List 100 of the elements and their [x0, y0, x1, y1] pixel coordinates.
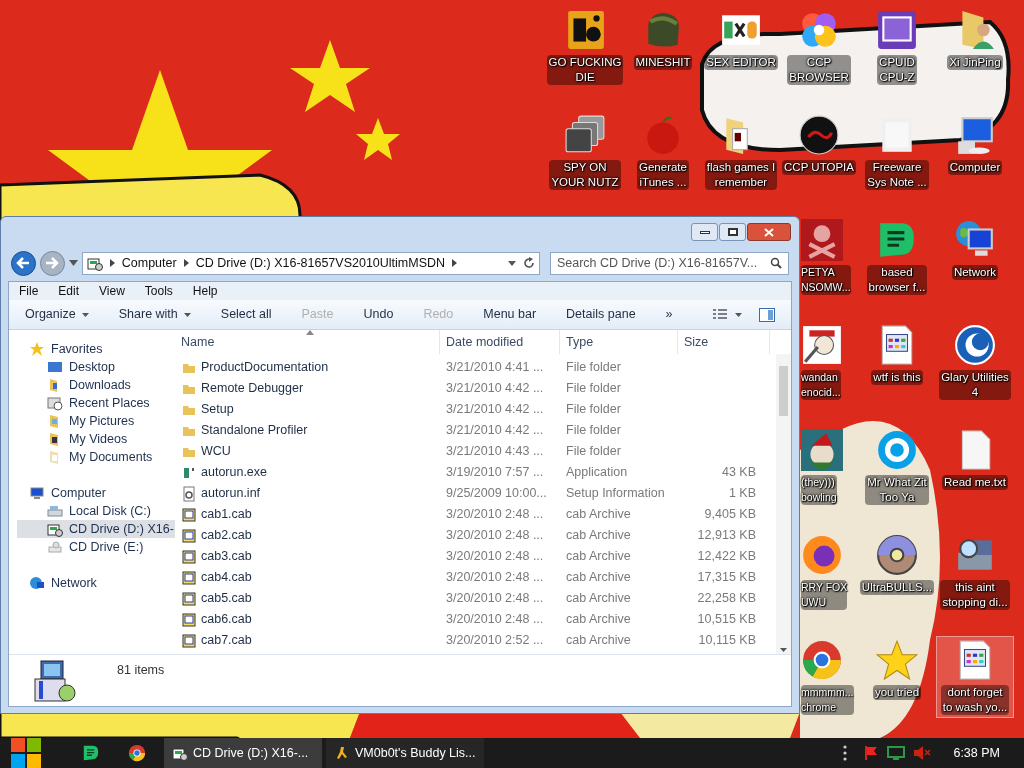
file-name[interactable]: cab7.cab — [201, 631, 252, 650]
monitor-icon[interactable] — [887, 745, 906, 761]
menu-item[interactable]: View — [99, 282, 125, 300]
archive-icon — [181, 590, 197, 607]
search-field[interactable]: Search CD Drive (D:) X16-81657V... — [549, 251, 789, 275]
table-cell-text: 3/20/2010 2:48 ... — [445, 569, 545, 587]
refresh-icon[interactable] — [522, 257, 535, 269]
desktop-shortcut[interactable]: Read me.txt — [936, 426, 1014, 493]
nav-item[interactable]: My Videos — [17, 430, 175, 448]
nav-item[interactable]: Favorites — [9, 340, 175, 358]
address-bar[interactable]: Computer CD Drive (D:) X16-81657VS2010UltimMSDN — [81, 251, 540, 275]
nav-item[interactable]: Computer — [9, 484, 175, 502]
taskbar-task[interactable]: VM0b0t's Buddy Lis... — [326, 738, 484, 768]
column-header[interactable]: Date modified — [440, 330, 560, 354]
nav-item[interactable]: CD Drive (E:) — [17, 538, 175, 556]
desktop-icon — [47, 359, 63, 375]
flag-icon[interactable] — [863, 745, 880, 761]
file-name[interactable]: Standalone Profiler — [201, 421, 308, 440]
forward-arrow-icon — [45, 257, 60, 269]
table-cell: 10,515 KB — [697, 612, 756, 627]
column-header[interactable]: Type — [560, 330, 678, 354]
file-name[interactable]: cab5.cab — [201, 589, 252, 608]
table-cell-text: 3/20/2010 2:48 ... — [445, 506, 545, 524]
menu-item[interactable]: Tools — [144, 282, 173, 300]
desktop-shortcut[interactable]: Generate iTunes ... — [624, 111, 702, 193]
menu-item[interactable]: Edit — [58, 282, 80, 300]
chevron-icon — [109, 259, 115, 267]
toolbar-button[interactable]: Organize — [25, 305, 89, 324]
minimize-button[interactable] — [691, 223, 718, 241]
table-cell-text: cab Archive — [565, 611, 632, 629]
forward-button[interactable] — [39, 250, 65, 276]
speaker-icon[interactable] — [913, 745, 932, 761]
elf-icon — [801, 429, 843, 471]
toolbar-button[interactable]: Undo — [363, 305, 394, 324]
scroll-down-icon[interactable] — [780, 648, 787, 652]
nav-item[interactable]: My Pictures — [17, 412, 175, 430]
file-name[interactable]: cab3.cab — [201, 547, 252, 566]
file-name[interactable]: cab6.cab — [201, 610, 252, 629]
desktop-shortcut[interactable]: dont forget to wash yo... — [936, 636, 1014, 718]
file-name[interactable]: autorun.inf — [201, 484, 261, 503]
file-name[interactable]: cab2.cab — [201, 526, 252, 545]
dropdown-caret-icon[interactable] — [507, 260, 516, 266]
desktop-shortcut[interactable]: wandan enocid... — [800, 321, 856, 403]
nav-item[interactable]: Downloads — [17, 376, 175, 394]
file-name[interactable]: cab4.cab — [201, 568, 252, 587]
clock[interactable]: 6:38 PM — [953, 743, 1000, 763]
nav-item[interactable]: Local Disk (C:) — [17, 502, 175, 520]
computer-icon — [29, 485, 45, 501]
star-icon — [876, 639, 918, 681]
column-header[interactable]: Size — [678, 330, 770, 354]
desktop-shortcut[interactable]: Computer — [936, 111, 1014, 178]
maximize-button[interactable] — [719, 223, 746, 241]
archive-icon — [181, 548, 197, 565]
file-name[interactable]: autorun.exe — [201, 463, 268, 482]
back-button[interactable] — [11, 250, 36, 276]
file-name[interactable]: WCU — [201, 442, 231, 461]
table-cell: 22,258 KB — [697, 591, 756, 606]
nav-item[interactable]: Network — [9, 574, 175, 592]
file-name[interactable]: Setup — [201, 400, 234, 419]
desktop-shortcut[interactable]: flash games I remember — [702, 111, 780, 193]
desktop-shortcut[interactable]: Network — [936, 216, 1014, 283]
desktop-shortcut[interactable]: Freeware Sys Note ... — [858, 111, 936, 193]
column-header[interactable]: Name — [175, 330, 440, 354]
toolbar-button[interactable]: Menu bar — [483, 305, 537, 324]
toolbar-button[interactable]: » — [665, 305, 673, 324]
breadcrumb-item[interactable]: CD Drive (D:) X16-81657VS2010UltimMSDN — [195, 253, 446, 273]
nav-item[interactable]: My Documents — [17, 448, 175, 466]
table-cell: 1 KB — [728, 486, 756, 501]
desktop-shortcut[interactable]: MINESHIT — [624, 6, 702, 73]
table-cell-text: File folder — [565, 380, 622, 398]
desktop-shortcut[interactable]: SPY ON YOUR NUTZ — [546, 111, 624, 193]
search-icon — [770, 257, 782, 269]
file-name[interactable]: ProductDocumentation — [201, 358, 329, 377]
breadcrumb-item[interactable]: Computer — [121, 253, 177, 273]
desktop-shortcut[interactable]: this aint stopping di... — [936, 531, 1014, 613]
close-button[interactable] — [747, 223, 791, 241]
file-name[interactable]: cab1.cab — [201, 505, 252, 524]
preview-pane-icon[interactable] — [759, 307, 775, 322]
desktop-shortcut[interactable]: PETYA NSOMW... — [800, 216, 856, 298]
nav-item[interactable]: CD Drive (D:) X16- — [17, 520, 175, 538]
desktop-shortcut[interactable]: based browser f... — [858, 216, 936, 298]
desktop-shortcut[interactable]: CCP UTOPIA — [780, 111, 858, 178]
menu-item[interactable]: File — [19, 282, 39, 300]
nav-item[interactable]: Desktop — [17, 358, 175, 376]
history-caret-icon[interactable] — [68, 260, 78, 266]
more-icon[interactable] — [843, 745, 848, 761]
desktop-shortcut[interactable]: wtf is this — [858, 321, 936, 388]
desktop-shortcut[interactable]: GO FUCKING DIE — [546, 6, 624, 88]
menu-item[interactable]: Help — [192, 282, 218, 300]
desktop-shortcut[interactable]: Glary Utilities 4 — [936, 321, 1014, 403]
toolbar-button[interactable]: Share with — [118, 305, 191, 324]
taskbar-task[interactable]: CD Drive (D:) X16-... — [164, 738, 322, 768]
view-options-icon[interactable] — [713, 308, 743, 321]
table-cell-text: File folder — [565, 422, 622, 440]
toolbar-button[interactable]: Select all — [220, 305, 272, 324]
file-name[interactable]: Remote Debugger — [201, 379, 304, 398]
nav-item[interactable]: Recent Places — [17, 394, 175, 412]
toolbar-button[interactable]: Details pane — [566, 305, 636, 324]
scrollbar[interactable] — [776, 354, 791, 654]
scroll-thumb[interactable] — [779, 366, 788, 416]
